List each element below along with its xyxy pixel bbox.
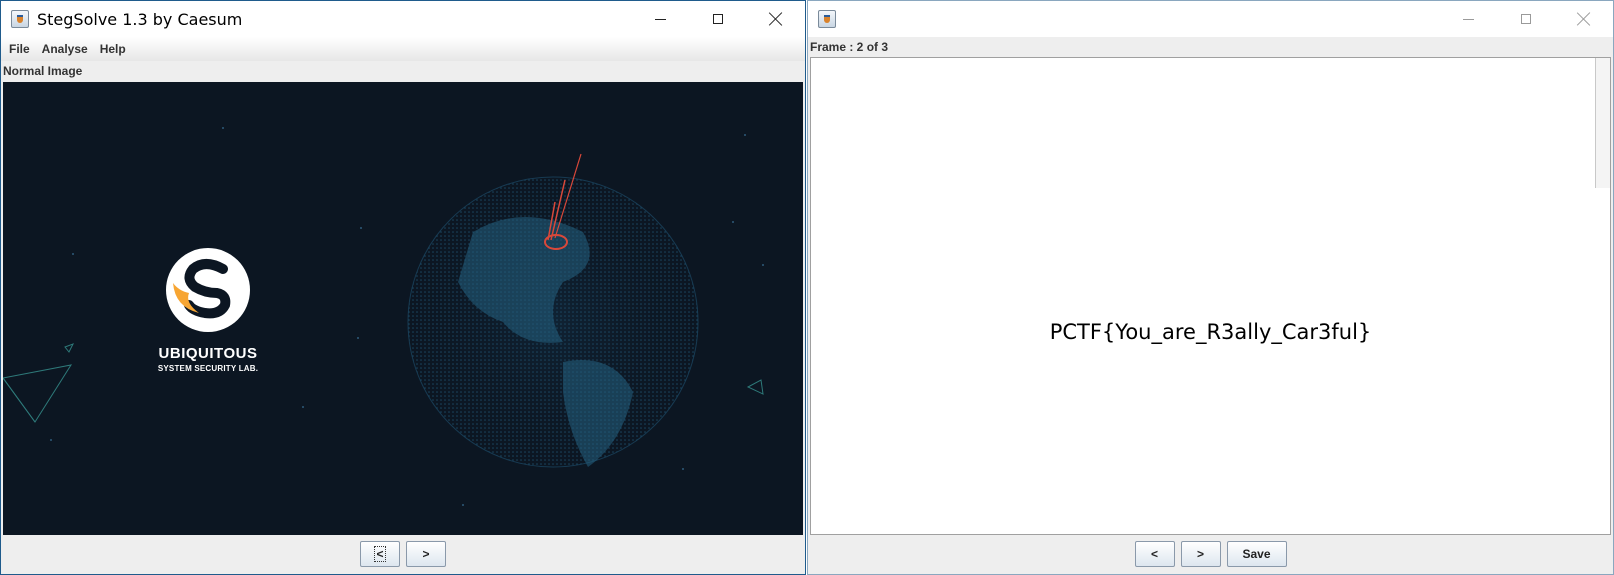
vertical-scrollbar[interactable] [1595, 58, 1610, 188]
menu-analyse[interactable]: Analyse [36, 42, 94, 56]
save-button[interactable]: Save [1226, 541, 1287, 567]
close-icon [1577, 12, 1591, 26]
java-app-icon[interactable] [818, 10, 836, 28]
close-button[interactable] [1555, 1, 1613, 37]
maximize-icon [1521, 14, 1531, 24]
previous-frame-button-label: < [1150, 547, 1158, 561]
brand-subtitle: SYSTEM SECURITY LAB. [157, 364, 259, 373]
frame-counter: Frame : 2 of 3 [810, 40, 889, 54]
menu-bar: File Analyse Help [1, 37, 805, 61]
ubiquitous-logo-mark [166, 248, 250, 332]
close-icon [769, 12, 783, 26]
brand-name: UBIQUITOUS [158, 345, 258, 362]
previous-button[interactable]: < [360, 541, 400, 567]
navigation-bar: < > Save [808, 535, 1613, 574]
minimize-icon [1462, 18, 1474, 20]
menu-help[interactable]: Help [94, 42, 132, 56]
image-mode-label: Normal Image [3, 64, 83, 78]
navigation-bar: < > [1, 535, 805, 574]
next-frame-button[interactable]: > [1180, 541, 1221, 567]
previous-button-label: < [374, 546, 386, 562]
maximize-button[interactable] [1497, 1, 1555, 37]
window-title: StegSolve 1.3 by Caesum [37, 9, 243, 29]
flag-text: PCTF{You_are_R3ally_Car3ful} [1049, 320, 1372, 344]
minimize-icon [654, 18, 666, 20]
image-viewer: UBIQUITOUS SYSTEM SECURITY LAB. [3, 82, 803, 535]
next-frame-button-label: > [1196, 547, 1204, 561]
window-controls [1439, 1, 1613, 37]
window-controls [631, 1, 805, 37]
maximize-icon [713, 14, 723, 24]
close-button[interactable] [747, 1, 805, 37]
maximize-button[interactable] [689, 1, 747, 37]
java-app-icon[interactable] [11, 10, 29, 28]
save-button-label: Save [1242, 547, 1271, 561]
next-button[interactable]: > [406, 541, 446, 567]
next-button-label: > [422, 547, 430, 561]
previous-frame-button[interactable]: < [1134, 541, 1175, 567]
frame-browser-window: Frame : 2 of 3 PCTF{You_are_R3ally_Car3f… [807, 0, 1614, 575]
globe-illustration [3, 127, 764, 506]
minimize-button[interactable] [631, 1, 689, 37]
title-bar[interactable] [808, 1, 1613, 37]
minimize-button[interactable] [1439, 1, 1497, 37]
stegsolve-window: StegSolve 1.3 by Caesum File Analyse Hel… [0, 0, 806, 575]
menu-file[interactable]: File [3, 42, 36, 56]
frame-viewer: PCTF{You_are_R3ally_Car3ful} [810, 57, 1611, 535]
title-bar[interactable]: StegSolve 1.3 by Caesum [1, 1, 805, 37]
ubiquitous-logo: UBIQUITOUS SYSTEM SECURITY LAB. [153, 247, 263, 373]
